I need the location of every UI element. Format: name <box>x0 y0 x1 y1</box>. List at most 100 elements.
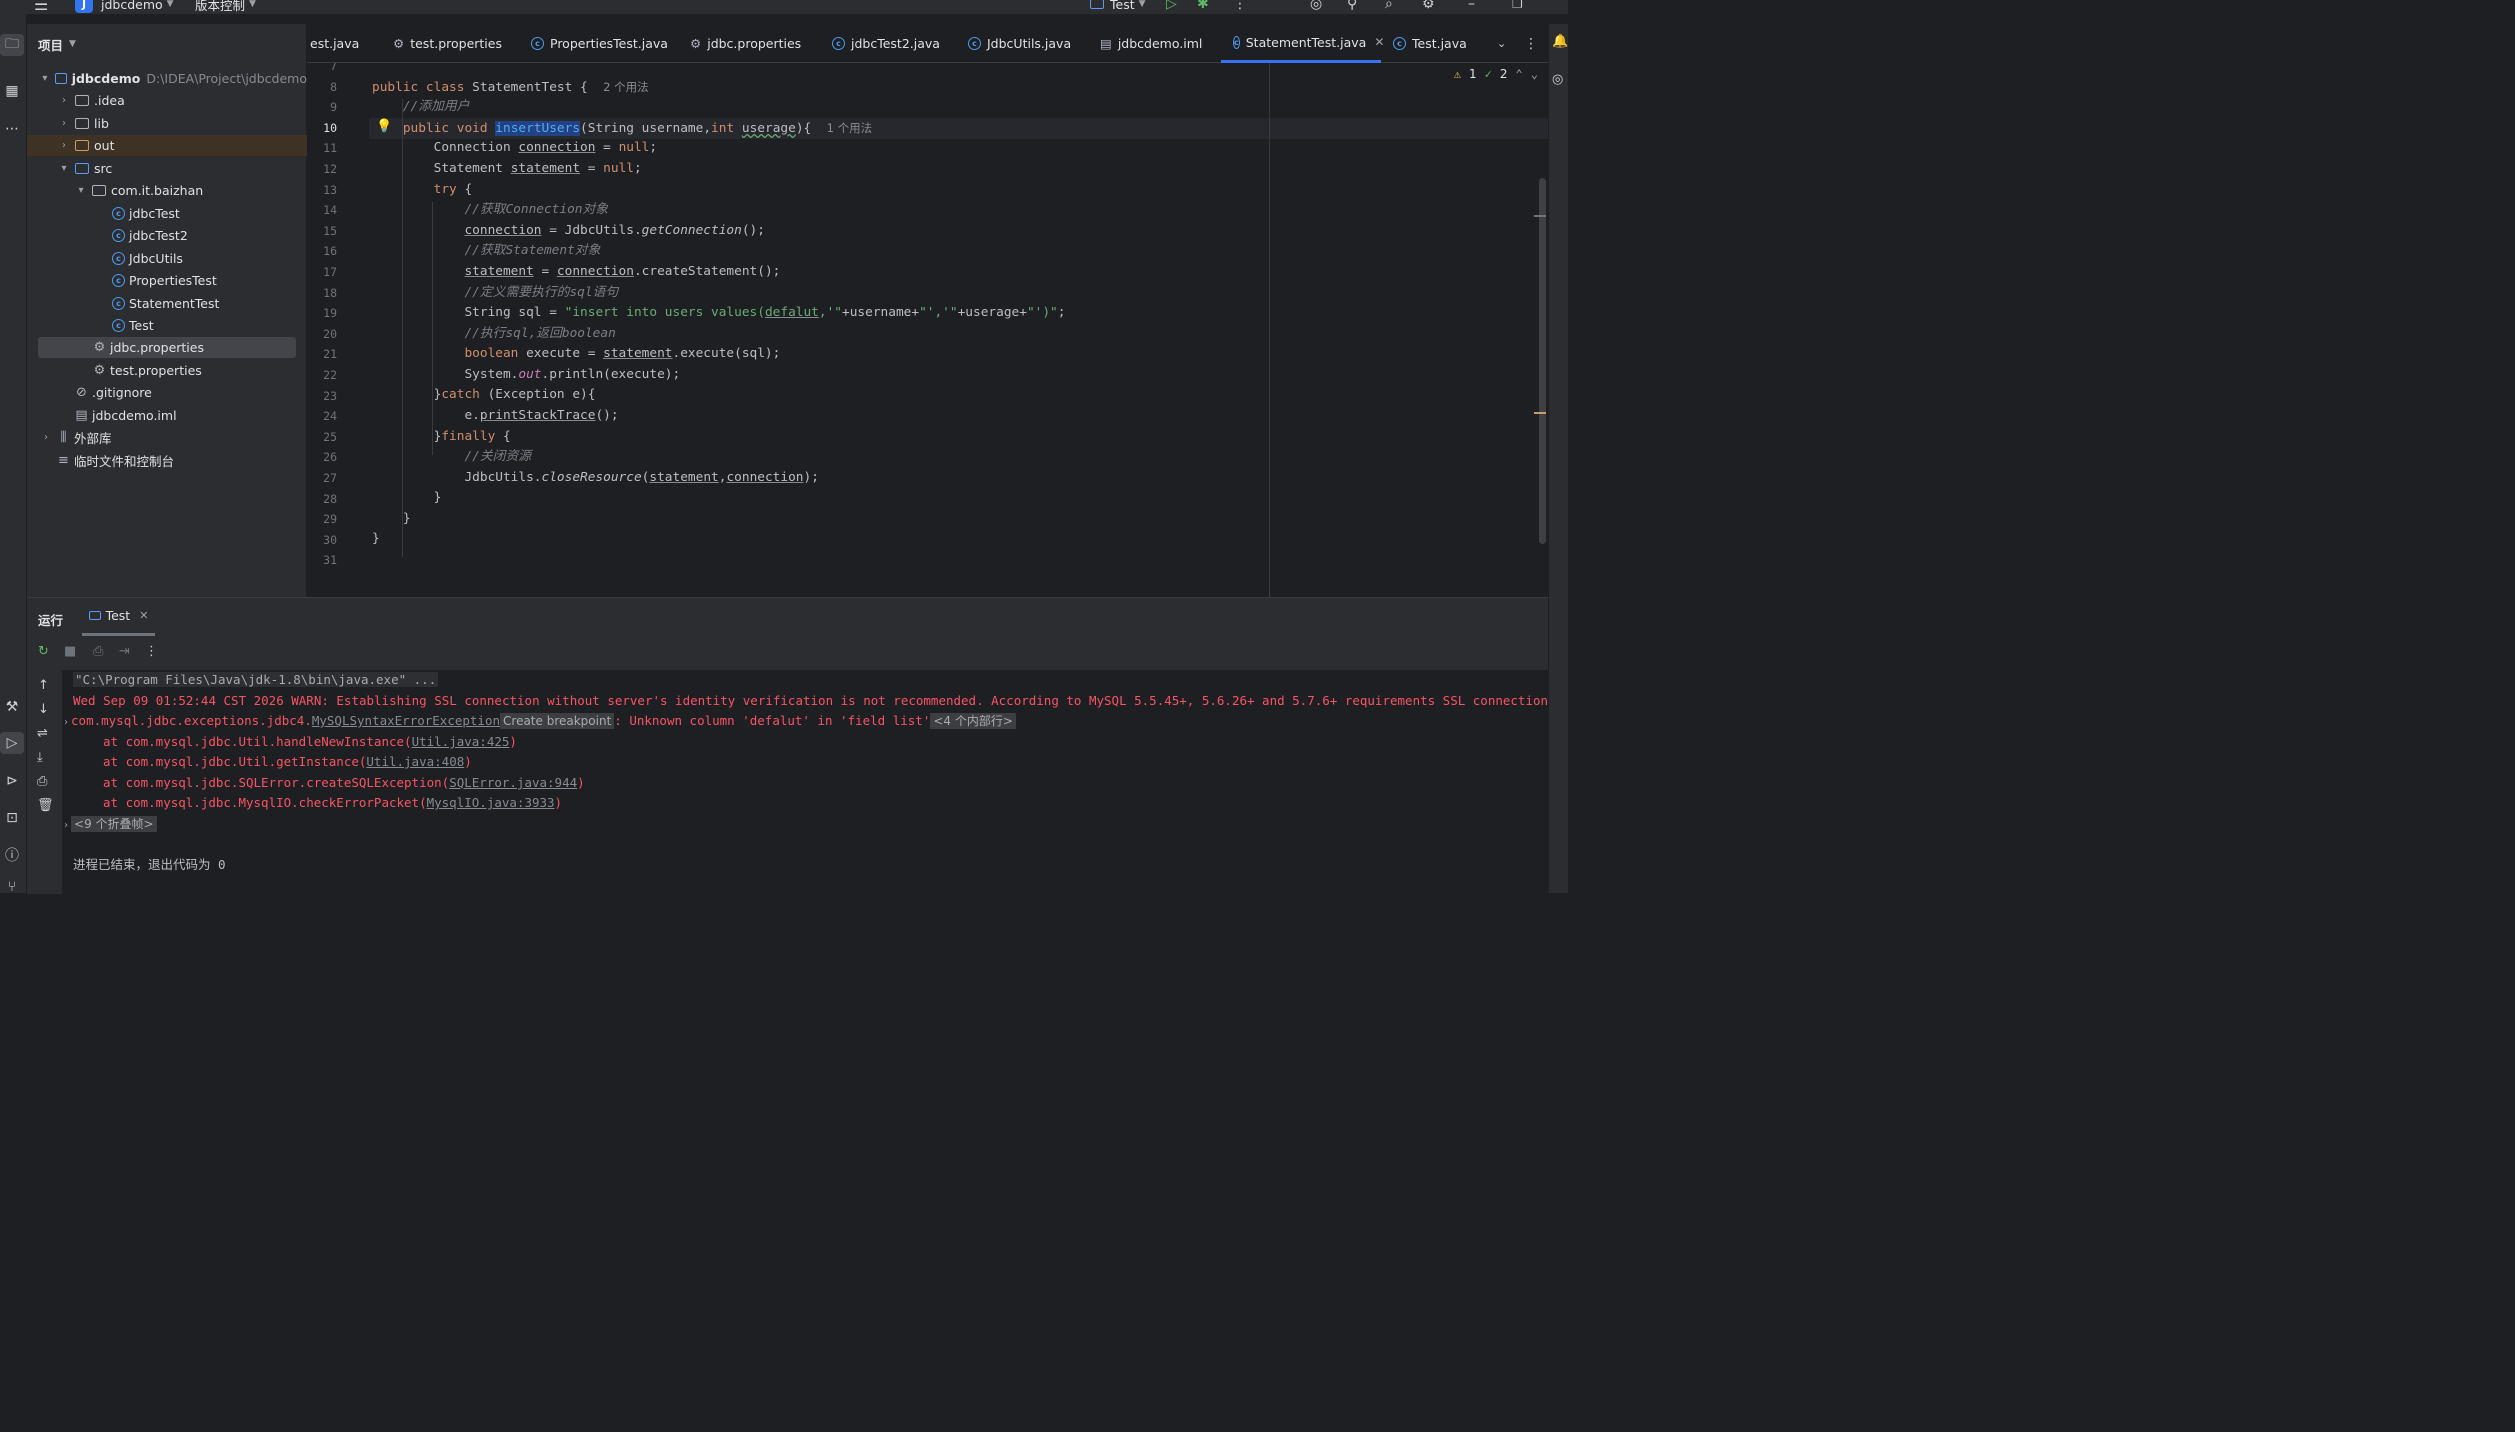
problems-tool-button[interactable]: ⓘ <box>0 844 24 866</box>
notifications-icon[interactable]: 🔔 <box>1552 34 1568 49</box>
line-number[interactable]: 25 <box>307 427 337 448</box>
tab-jdbcdemo-iml[interactable]: ▤ jdbcdemo.iml <box>1100 24 1202 63</box>
services-tool-button[interactable]: ⊳ <box>0 770 24 792</box>
vcs-menu[interactable]: 版本控制 ▼ <box>195 0 256 14</box>
tree-item-test[interactable]: c Test <box>27 315 307 336</box>
line-number[interactable]: 24 <box>307 406 337 427</box>
stop-icon[interactable]: ■ <box>64 644 76 659</box>
ai-icon[interactable]: ◎ <box>1310 0 1322 12</box>
tab-test-properties[interactable]: ⚙ test.properties <box>393 24 502 63</box>
chevron-down-icon[interactable]: ▾ <box>39 73 51 84</box>
tree-item-lib[interactable]: › lib <box>27 113 307 134</box>
chevron-up-icon[interactable]: ⌃ <box>1516 67 1523 81</box>
tab-test-java[interactable]: c Test.java <box>1393 24 1467 63</box>
restore-icon[interactable]: ❐ <box>1512 0 1523 11</box>
tree-item-propertiestest[interactable]: c PropertiesTest <box>27 270 307 291</box>
line-number[interactable]: 29 <box>307 509 337 530</box>
restore-layout-icon[interactable]: ⇥ <box>119 644 130 659</box>
line-number[interactable]: 12 <box>307 159 337 180</box>
tree-root-jdbcdemo[interactable]: ▾ jdbcdemo D:\IDEA\Project\jdbcdemo <box>27 68 307 89</box>
print-icon[interactable]: ⎙ <box>37 774 47 789</box>
stack-frame-link[interactable]: Util.java:408 <box>366 754 464 769</box>
chevron-right-icon[interactable]: › <box>63 717 69 728</box>
line-number[interactable]: 10 <box>307 118 337 139</box>
tree-item-jdbcutils[interactable]: c JdbcUtils <box>27 248 307 269</box>
line-number[interactable]: 20 <box>307 324 337 345</box>
tab-test-java-partial[interactable]: est.java <box>310 24 359 63</box>
internal-lines-fold[interactable]: <4 个内部行> <box>930 713 1016 729</box>
scroll-to-end-icon[interactable]: ⤓ <box>37 750 43 765</box>
tree-item-external-libraries[interactable]: › ⫼ 外部库 <box>27 427 307 448</box>
arrow-down-icon[interactable]: ↓ <box>38 702 49 717</box>
tab-propertiestest-java[interactable]: c PropertiesTest.java <box>531 24 668 63</box>
tab-list-button[interactable]: ⌄ <box>1497 24 1506 63</box>
tree-item-test-properties[interactable]: ⚙ test.properties <box>27 360 307 381</box>
run-icon[interactable]: ▷ <box>1166 0 1177 12</box>
tree-item-jdbctest2[interactable]: c jdbcTest2 <box>27 225 307 246</box>
settings-icon[interactable]: ⚙ <box>1422 0 1435 12</box>
stack-frame-link[interactable]: MysqlIO.java:3933 <box>427 795 555 810</box>
inspection-widget[interactable]: ⚠ 1 ✓ 2 ⌃ ⌄ <box>1454 67 1538 81</box>
line-number[interactable]: 27 <box>307 468 337 489</box>
run-tool-button[interactable]: ▷ <box>0 732 24 754</box>
close-icon[interactable]: ✕ <box>1374 35 1384 49</box>
run-tab-test[interactable]: Test ✕ <box>82 598 155 636</box>
tab-jdbc-properties[interactable]: ⚙ jdbc.properties <box>690 24 801 63</box>
line-number[interactable]: 8 <box>307 77 337 98</box>
structure-tool-button[interactable]: ▦ <box>0 80 24 102</box>
close-icon[interactable]: ✕ <box>139 609 148 622</box>
tree-item-iml[interactable]: ▤ jdbcdemo.iml <box>27 405 307 426</box>
chevron-right-icon[interactable]: › <box>57 140 71 151</box>
run-config-selector[interactable]: Test ▼ <box>1090 0 1146 14</box>
git-tool-button[interactable]: ⑂ <box>0 876 24 898</box>
chevron-right-icon[interactable]: › <box>57 118 71 129</box>
chevron-right-icon[interactable]: › <box>63 820 69 831</box>
main-menu-button[interactable]: ☰ <box>34 0 48 14</box>
line-number[interactable]: 11 <box>307 138 337 159</box>
more-actions-button[interactable]: ⋮ <box>1233 0 1247 14</box>
usages-hint[interactable]: 2 个用法 <box>603 80 648 94</box>
search-everywhere-button[interactable]: ⌕ <box>1385 0 1393 14</box>
chevron-right-icon[interactable]: › <box>57 95 71 106</box>
add-user-icon[interactable]: ⚲ <box>1347 0 1357 12</box>
soft-wrap-icon[interactable]: ⇌ <box>37 726 48 741</box>
folded-frames[interactable]: <9 个折叠帧> <box>71 816 157 832</box>
tree-item-src[interactable]: ▾ src <box>27 158 307 179</box>
line-number[interactable]: 9 <box>307 97 337 118</box>
line-number[interactable]: 22 <box>307 365 337 386</box>
code-with-me-button[interactable]: ⚲ <box>1347 0 1357 14</box>
stack-frame-link[interactable]: SQLError.java:944 <box>449 775 577 790</box>
tree-item-jdbctest[interactable]: c jdbcTest <box>27 203 307 224</box>
code-editor[interactable]: 7 8 9 10 11 12 13 14 15 16 17 18 19 20 21 22 23 24 25 26 27 2… <box>307 63 1548 597</box>
tree-item-out[interactable]: › out <box>27 135 307 156</box>
project-switcher[interactable]: J jdbcdemo ▼ <box>75 0 174 14</box>
rerun-icon[interactable]: ↻ <box>38 644 49 659</box>
line-number[interactable]: 28 <box>307 489 337 510</box>
lightbulb-icon[interactable]: 💡 <box>376 119 392 134</box>
chevron-right-icon[interactable]: › <box>39 432 53 443</box>
debug-button[interactable]: ✱ <box>1197 0 1209 14</box>
project-panel-header[interactable]: 项目 ▼ <box>27 24 306 64</box>
restore-button[interactable]: ❐ <box>1512 0 1523 14</box>
chevron-down-icon[interactable]: ▾ <box>74 185 88 196</box>
terminal-tool-button[interactable]: ⊡ <box>0 807 24 829</box>
tree-item-jdbc-properties[interactable]: ⚙ jdbc.properties <box>38 337 296 358</box>
tree-item-package[interactable]: ▾ com.it.baizhan <box>27 180 307 201</box>
more-icon[interactable]: ⋮ <box>145 644 158 659</box>
tab-jdbcutils-java[interactable]: c JdbcUtils.java <box>968 24 1071 63</box>
ai-assistant-button[interactable]: ◎ <box>1310 0 1322 14</box>
usages-hint[interactable]: 1 个用法 <box>827 121 872 135</box>
line-number[interactable]: 21 <box>307 344 337 365</box>
project-tool-button[interactable]: 🗀 <box>0 34 24 56</box>
hamburger-icon[interactable]: ☰ <box>34 0 48 14</box>
minimize-icon[interactable]: – <box>1468 0 1475 12</box>
create-breakpoint-button[interactable]: Create breakpoint <box>500 713 615 729</box>
screenshot-icon[interactable]: ⎙ <box>93 644 103 659</box>
more-icon[interactable]: ⋮ <box>1524 36 1538 52</box>
tab-statementtest-java[interactable]: c StatementTest.java ✕ <box>1221 24 1384 63</box>
build-tool-button[interactable]: ⚒ <box>0 696 24 718</box>
line-number[interactable]: 15 <box>307 221 337 242</box>
stripe-marker[interactable] <box>1534 215 1546 217</box>
search-icon[interactable]: ⌕ <box>1385 0 1393 12</box>
ai-icon[interactable]: ◎ <box>1552 72 1563 87</box>
